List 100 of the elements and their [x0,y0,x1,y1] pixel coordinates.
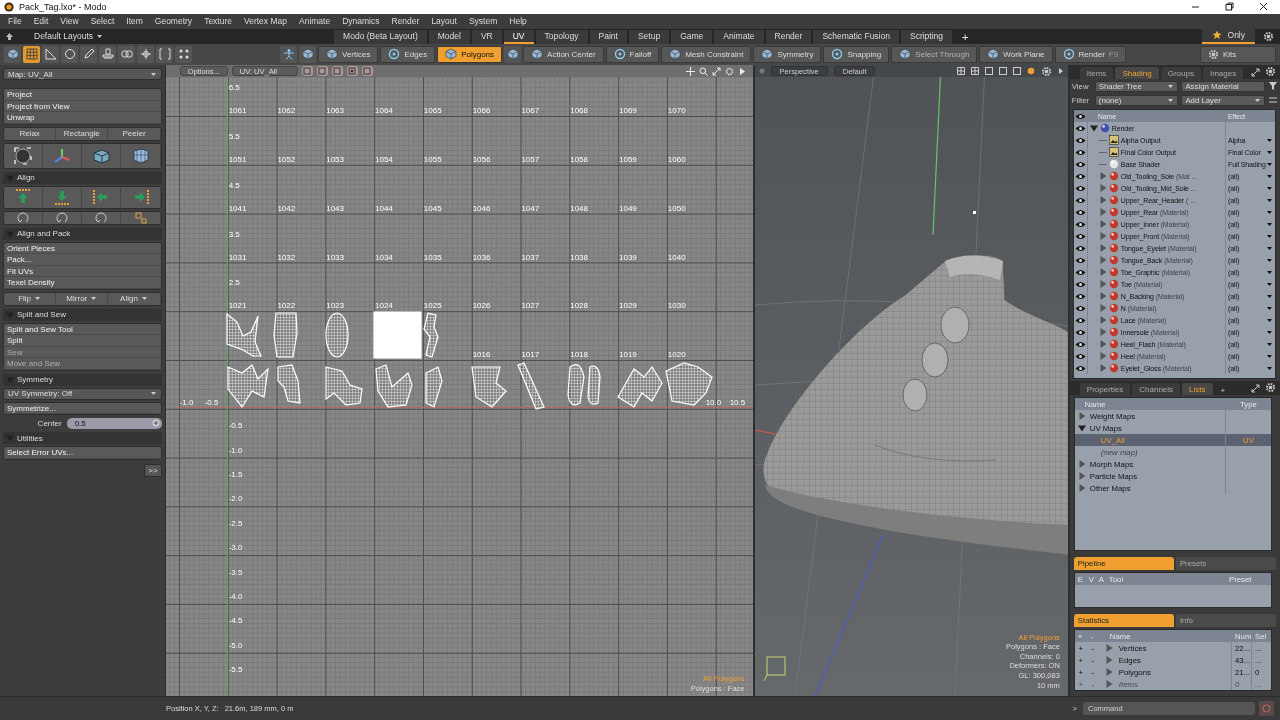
menu-item[interactable]: Edit [27,16,55,27]
map-dropdown[interactable]: Map: UV_All [3,68,162,81]
kits-button[interactable]: Kits [1200,45,1276,63]
tile-label: 1046 [472,203,491,213]
tile-label: 1064 [375,106,393,116]
tile-label: 1069 [619,106,637,116]
tile-label: 1065 [423,106,442,116]
tile-label: 1037 [521,252,540,262]
tile-label: 1024 [375,301,393,311]
axis-label: -2.0 [228,494,243,504]
panel-tab[interactable]: Shading [1115,67,1159,80]
menu-item[interactable]: Vertex Map [238,16,293,27]
menu-item[interactable]: File [2,16,28,27]
layout-tab[interactable]: Schematic Fusion [813,29,899,44]
symmetry-dropdown[interactable]: UV Symmetry: Off [3,387,162,400]
axis-label: 5.5 [228,132,240,142]
tile-label: 1041 [228,203,247,213]
panel-button[interactable]: Peeler [108,127,161,140]
axis-label: -1.0 [228,445,243,455]
layout-tab[interactable]: Paint [589,29,627,44]
tool-button[interactable]: Work Plane [979,45,1053,63]
panel-button[interactable]: Relax [4,127,57,140]
tool-button[interactable]: Vertices [318,45,379,63]
section-title: Align and Pack [17,229,71,239]
layout-tab[interactable]: Modo (Beta Layout) [334,29,427,44]
panel-tab[interactable]: Lists [1182,383,1213,396]
tool-button[interactable]: Polygons [437,45,503,63]
panel-dropdown[interactable]: Mirror [56,292,109,305]
tile-label: 1048 [570,203,588,213]
layout-tab[interactable]: Model [428,29,470,44]
panel-tab[interactable]: Groups [1160,67,1201,80]
layout-tab[interactable]: Render [765,29,812,44]
tile-label: 1051 [228,155,247,165]
layout-tab[interactable]: Game [671,29,713,44]
panel-button[interactable]: Project from View [4,100,161,113]
tool-button[interactable]: Falloff [605,45,660,63]
layout-tab[interactable]: VR [471,29,502,44]
tool-button[interactable]: Snapping [823,45,890,63]
tool-button[interactable]: Edges [380,45,436,63]
expand-button[interactable]: >> [144,463,162,477]
panel-button[interactable]: Symmetrize... [4,402,161,415]
panel-button[interactable]: Rectangle [56,127,109,140]
tile-label: 1027 [521,301,540,311]
menu-item[interactable]: Layout [425,16,463,27]
panel-tab[interactable]: Items [1079,67,1114,80]
menu-item[interactable]: View [54,16,85,27]
panel-dropdown[interactable]: Flip [4,292,57,305]
layout-tab[interactable]: Animate [714,29,764,44]
axis-label: -4.5 [228,616,243,626]
tile-label: 1054 [375,155,393,165]
layout-tab[interactable]: Scripting [900,29,953,44]
panel-button[interactable]: Pack... [4,254,161,266]
layouts-dropdown[interactable]: Default Layouts [28,28,110,44]
menu-item[interactable]: Dynamics [336,16,386,27]
menu-item[interactable]: Texture [198,16,238,27]
tool-button[interactable]: Action Center [523,45,604,63]
panel-button[interactable]: Fit UVs [4,265,161,278]
panel-button[interactable]: Split and Sew Tool [4,323,161,336]
tool-button[interactable]: Mesh Constraint [661,45,752,63]
panel-button[interactable]: Unwrap [4,112,161,124]
panel-button[interactable]: Select Error UVs... [4,447,161,459]
menu-item[interactable]: Geometry [148,16,199,27]
add-tab-button[interactable]: + [1214,386,1232,396]
panel-tab[interactable]: Channels [1132,383,1181,396]
menu-item[interactable]: System [462,16,504,27]
tile-label: 1059 [619,155,637,165]
axis-label: 4.5 [228,180,240,190]
menu-item[interactable]: Select [84,16,121,27]
menu-item[interactable]: Animate [293,16,337,27]
layout-tab[interactable]: Topology [535,29,588,44]
menu-item[interactable]: Help [503,16,533,27]
tile-label: 1052 [277,155,296,165]
add-tab-button[interactable]: + [954,29,977,44]
menu-item[interactable]: Item [120,16,149,27]
tile-label: 1039 [619,252,637,262]
axis-label: -5.0 [228,640,243,650]
panel-button[interactable]: Orient Pieces [4,242,161,255]
panel-button[interactable]: Texel Density [4,277,161,289]
panel-tab[interactable]: Properties [1079,383,1131,396]
layout-tab[interactable]: UV [503,29,534,44]
layout-tab[interactable]: Setup [628,29,670,44]
tile-label: 1062 [277,106,296,116]
panel-dropdown[interactable]: Align [108,292,161,305]
tile-label: 1019 [619,350,637,360]
tile-label: 1070 [667,106,686,116]
panel-button[interactable]: Project [4,89,161,101]
axis-label: -0.5 [228,421,243,431]
axis-label: 2.5 [228,278,240,288]
tile-label: 1066 [472,106,491,116]
tile-label: 1063 [326,106,344,116]
panel-tab[interactable]: Images [1202,67,1244,80]
center-field[interactable]: 0.5 [66,417,162,429]
section-title: Align [17,173,35,183]
panel-button[interactable]: Split [4,335,161,347]
tool-button[interactable]: Symmetry [753,45,822,63]
tile-label: 1032 [277,252,296,262]
axis-label: 6.5 [228,83,240,93]
window-title: Pack_Tag.lxo* - Modo [19,1,107,12]
tile-label: 1028 [570,301,588,311]
menu-item[interactable]: Render [385,16,426,27]
